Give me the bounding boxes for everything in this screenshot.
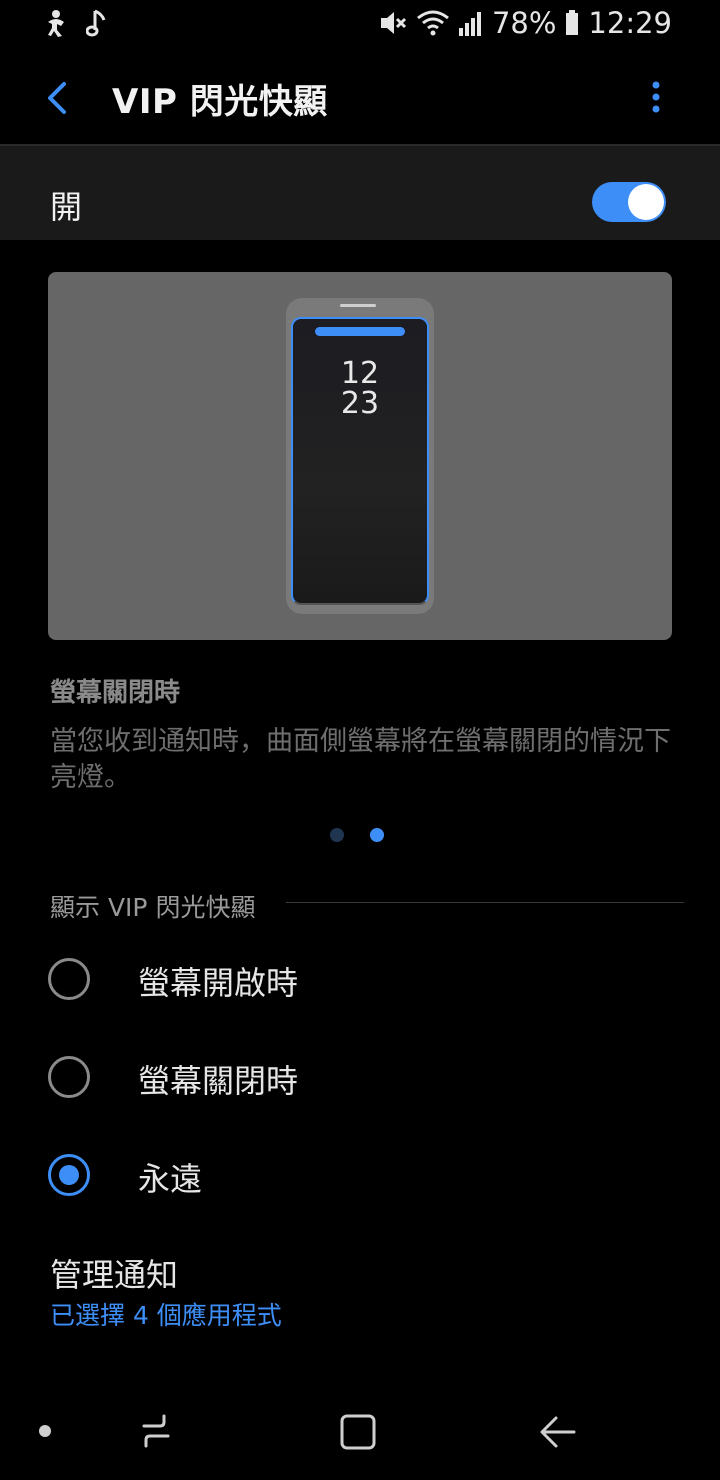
master-switch-row[interactable]: 開	[0, 144, 720, 240]
page-dot-1[interactable]	[330, 828, 344, 842]
radio-button[interactable]	[48, 1056, 90, 1098]
phone-illustration: 12 23	[286, 298, 434, 614]
manage-title: 管理通知	[50, 1256, 179, 1294]
status-bar-left	[44, 8, 108, 38]
page-dot-2[interactable]	[370, 828, 384, 842]
description-title: 螢幕關閉時	[50, 678, 181, 708]
option-screen-on[interactable]: 螢幕開啟時	[0, 930, 720, 1026]
mute-icon	[380, 12, 407, 34]
toggle-knob	[628, 184, 664, 220]
page-title: VIP 閃光快顯	[112, 82, 328, 122]
radio-button-checked[interactable]	[48, 1154, 90, 1196]
manage-notifications[interactable]: 管理通知 已選擇 4 個應用程式	[0, 1240, 720, 1340]
option-screen-off[interactable]: 螢幕關閉時	[0, 1028, 720, 1124]
radio-button[interactable]	[48, 958, 90, 1000]
more-vert-icon[interactable]	[640, 78, 672, 118]
section-header: 顯示 VIP 閃光快顯	[50, 893, 256, 922]
recent-apps-icon[interactable]	[136, 1412, 176, 1450]
battery-icon	[566, 10, 579, 35]
phone-clock-hour: 12	[340, 356, 380, 391]
page-indicator	[330, 828, 384, 842]
section-divider	[286, 902, 684, 903]
phone-clock-minute: 23	[340, 386, 380, 421]
navigation-bar	[0, 1380, 720, 1480]
nav-back-icon[interactable]	[538, 1412, 578, 1452]
option-label: 螢幕開啟時	[138, 964, 299, 1002]
description-body: 當您收到通知時，曲面側螢幕將在螢幕關閉的情況下亮燈。	[50, 726, 671, 793]
signal-icon	[458, 12, 481, 36]
master-toggle[interactable]	[592, 182, 666, 222]
radio-dot	[59, 1165, 79, 1185]
option-label: 永遠	[138, 1160, 203, 1198]
phone-screen: 12 23	[291, 317, 429, 605]
nav-dot-icon[interactable]	[38, 1424, 52, 1438]
phone-speaker	[340, 304, 376, 307]
status-bar: 78% 12:29	[0, 0, 720, 50]
phone-clock: 12 23	[293, 359, 427, 419]
option-label: 螢幕關閉時	[138, 1062, 299, 1100]
battery-percent: 78%	[491, 6, 557, 40]
option-always[interactable]: 永遠	[0, 1126, 720, 1222]
status-bar-right: 78% 12:29	[378, 6, 672, 40]
home-icon[interactable]	[338, 1412, 378, 1452]
master-switch-label: 開	[50, 188, 83, 226]
music-note-icon	[86, 9, 106, 37]
status-time: 12:29	[588, 6, 672, 40]
edge-light-bar	[315, 327, 405, 336]
wifi-icon	[417, 10, 449, 36]
back-arrow-icon[interactable]	[38, 76, 78, 120]
manage-subtitle: 已選擇 4 個應用程式	[50, 1301, 282, 1330]
preview-illustration[interactable]: 12 23	[48, 272, 672, 640]
app-bar: VIP 閃光快顯	[0, 52, 720, 144]
notification-icon	[48, 10, 64, 37]
